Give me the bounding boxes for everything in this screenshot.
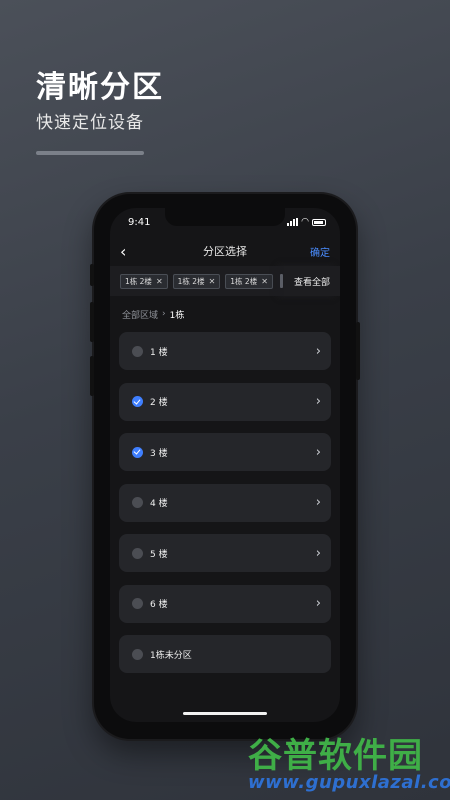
selected-tag[interactable]: 1栋 2楼 ✕ (120, 273, 168, 289)
chevron-right-icon[interactable]: › (316, 344, 321, 359)
phone-power-button (356, 322, 360, 380)
phone-volume-down-button (90, 356, 94, 396)
breadcrumb: 全部区域 › 1栋 (110, 296, 340, 332)
floor-item-unassigned[interactable]: 1栋未分区 (119, 635, 331, 673)
phone-notch (165, 208, 285, 226)
radio-icon[interactable] (132, 547, 143, 559)
floor-label: 5 楼 (150, 549, 168, 560)
nav-bar: ‹ 分区选择 确定 (110, 236, 340, 266)
selected-tag[interactable]: 1栋 2楼 ✕ (225, 273, 273, 289)
floor-item-2[interactable]: 2 楼 › (119, 382, 331, 421)
chevron-right-icon[interactable]: › (316, 394, 321, 409)
promo-divider (36, 151, 144, 155)
close-icon[interactable]: ✕ (156, 277, 163, 286)
radio-icon[interactable] (132, 648, 143, 660)
phone-screen: 9:41 ◠ ‹ 分区选择 确定 1栋 2楼 ✕ 1栋 2楼 ✕ 1栋 2楼 ✕… (110, 208, 340, 722)
floor-item-6[interactable]: 6 楼 › (119, 584, 331, 623)
breadcrumb-current: 1栋 (169, 310, 185, 321)
watermark-text: 谷普软件园 (248, 736, 423, 776)
back-chevron-icon[interactable]: ‹ (120, 242, 140, 261)
check-icon[interactable] (132, 446, 143, 458)
floor-label: 1 楼 (150, 347, 168, 358)
floor-label: 6 楼 (150, 600, 168, 610)
floor-label: 1栋未分区 (150, 650, 192, 661)
close-icon[interactable]: ✕ (261, 277, 268, 286)
tag-label: 1栋 2楼 (230, 276, 258, 286)
tag-label: 1栋 2楼 (177, 276, 205, 286)
floor-label: 2 楼 (150, 398, 168, 408)
floor-item-4[interactable]: 4 楼 › (119, 483, 331, 522)
floor-item-1[interactable]: 1 楼 › (119, 332, 331, 370)
close-icon[interactable]: ✕ (209, 277, 216, 286)
promo-subtitle: 快速定位设备 (36, 113, 144, 133)
watermark: 谷普软件园 www.gupuxlazal.com (248, 728, 450, 798)
selected-tag[interactable]: 1栋 2楼 ✕ (172, 273, 221, 289)
watermark-url: www.gupuxlazal.com (248, 772, 450, 793)
view-all-button[interactable]: 查看全部 (279, 266, 340, 296)
floor-item-5[interactable]: 5 楼 › (119, 534, 331, 572)
promo-title: 清晰分区 (36, 70, 164, 105)
floor-item-3[interactable]: 3 楼 › (119, 433, 331, 471)
status-time: 9:41 (128, 216, 151, 228)
confirm-button[interactable]: 确定 (310, 244, 330, 259)
check-icon[interactable] (132, 396, 143, 407)
wifi-icon: ◠ (301, 217, 309, 227)
floor-label: 3 楼 (150, 448, 168, 459)
nav-title: 分区选择 (203, 245, 247, 258)
home-indicator[interactable] (183, 712, 267, 715)
phone-side-button (90, 264, 94, 286)
floor-list: 1 楼 › 2 楼 › 3 楼 › 4 楼 › 5 楼 › 6 楼 › 1栋未分… (110, 332, 340, 673)
radio-icon[interactable] (132, 345, 143, 357)
chevron-right-icon[interactable]: › (316, 546, 321, 561)
chevron-right-icon[interactable]: › (316, 495, 321, 510)
radio-icon[interactable] (132, 497, 143, 508)
chevron-right-icon[interactable]: › (316, 596, 321, 611)
breadcrumb-separator-icon: › (162, 309, 166, 319)
signal-icon (287, 218, 299, 226)
floor-label: 4 楼 (150, 499, 168, 509)
battery-icon (312, 218, 326, 226)
selected-tags-row: 1栋 2楼 ✕ 1栋 2楼 ✕ 1栋 2楼 ✕ 查看全部 (110, 266, 340, 296)
chevron-right-icon[interactable]: › (316, 445, 321, 460)
breadcrumb-root[interactable]: 全部区域 (122, 308, 158, 321)
phone-volume-up-button (90, 302, 94, 342)
radio-icon[interactable] (132, 598, 143, 609)
status-icons: ◠ (287, 217, 326, 227)
tag-label: 1栋 2楼 (125, 276, 152, 286)
